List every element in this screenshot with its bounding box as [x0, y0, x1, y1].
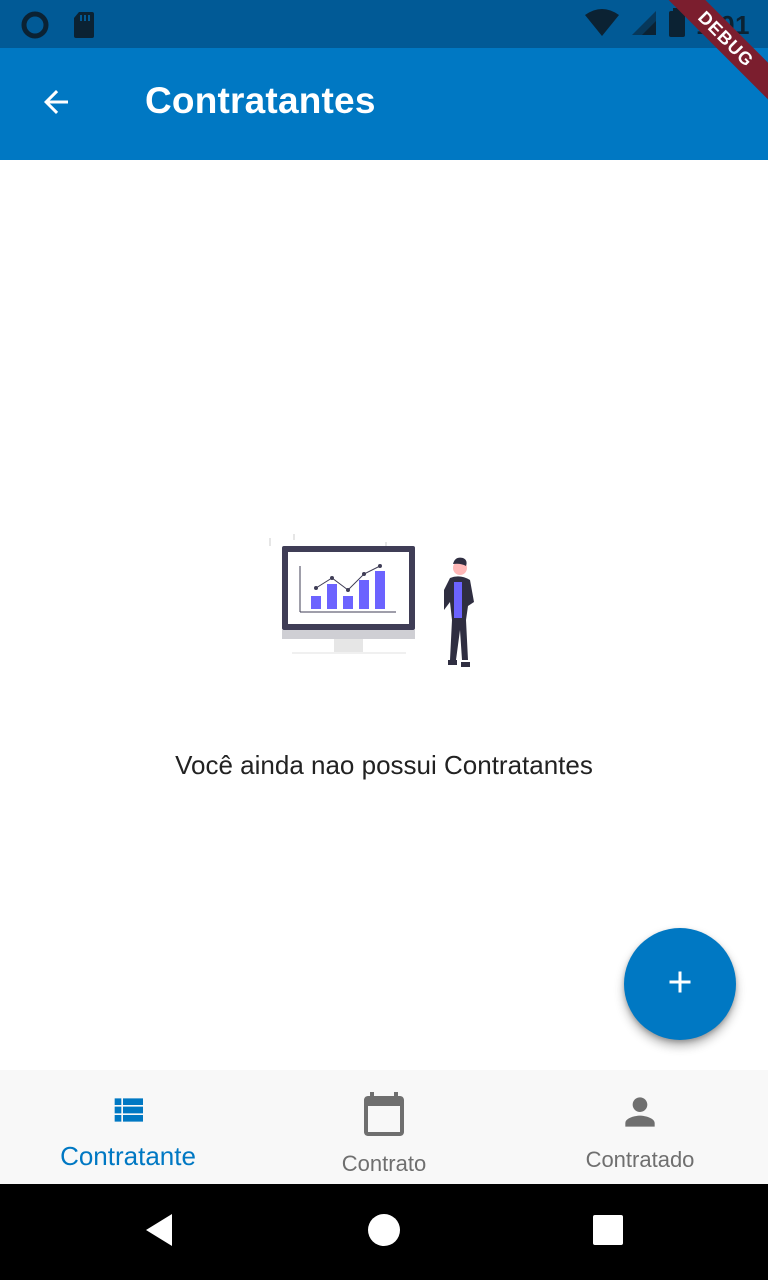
system-back-button[interactable]: [136, 1208, 184, 1256]
circle-notification-icon: [20, 10, 50, 45]
arrow-back-icon: [38, 84, 74, 125]
sd-card-icon: [72, 10, 96, 45]
square-recents-icon: [592, 1214, 624, 1251]
empty-state-illustration: [264, 530, 488, 672]
triangle-back-icon: [142, 1212, 178, 1253]
nav-label-contratado: Contratado: [585, 1147, 695, 1172]
nav-item-contrato[interactable]: Contrato: [256, 1070, 512, 1184]
status-time: 1:01: [695, 10, 750, 40]
status-bar: 1:01: [0, 0, 768, 48]
empty-state-message: Você ainda nao possui Contratantes: [175, 750, 593, 780]
list-icon: [108, 1090, 148, 1135]
nav-item-contratado[interactable]: Contratado: [512, 1070, 768, 1184]
nav-label-contratante: Contratante: [60, 1141, 196, 1171]
system-home-button[interactable]: [360, 1208, 408, 1256]
system-navigation-bar: [0, 1184, 768, 1280]
system-recents-button[interactable]: [584, 1208, 632, 1256]
person-icon: [618, 1090, 662, 1139]
add-icon: [662, 964, 698, 1005]
wifi-icon: [584, 8, 620, 43]
nav-item-contratante[interactable]: Contratante: [0, 1070, 256, 1184]
nav-label-contrato: Contrato: [341, 1151, 427, 1176]
calendar-icon: [360, 1090, 408, 1143]
signal-icon: [630, 9, 658, 42]
back-button[interactable]: [26, 76, 86, 132]
circle-home-icon: [366, 1212, 402, 1253]
page-title: Contratantes: [145, 80, 376, 121]
add-contratante-button[interactable]: [624, 928, 736, 1040]
bottom-navigation: Contratante Contrato Contratado: [0, 1070, 768, 1184]
app-bar: Contratantes: [0, 48, 768, 160]
battery-icon: [668, 8, 686, 43]
